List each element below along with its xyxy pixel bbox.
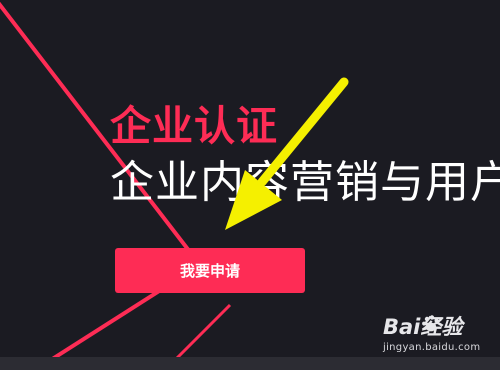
apply-button[interactable]: 我要申请 (115, 248, 305, 293)
baidu-jingyan-watermark: Bai经验 jingyan.baidu.com (383, 311, 495, 356)
enterprise-certification-title: 企业认证 (110, 102, 278, 150)
watermark-url: jingyan.baidu.com (383, 342, 481, 353)
baidu-paw-icon (422, 315, 439, 332)
hero-headline: 企业内容营销与用户 (110, 157, 500, 208)
bottom-bar (0, 357, 500, 370)
enterprise-auth-banner: 企业认证 企业内容营销与用户 我要申请 Bai经验 jingyan.baidu.… (0, 0, 500, 370)
